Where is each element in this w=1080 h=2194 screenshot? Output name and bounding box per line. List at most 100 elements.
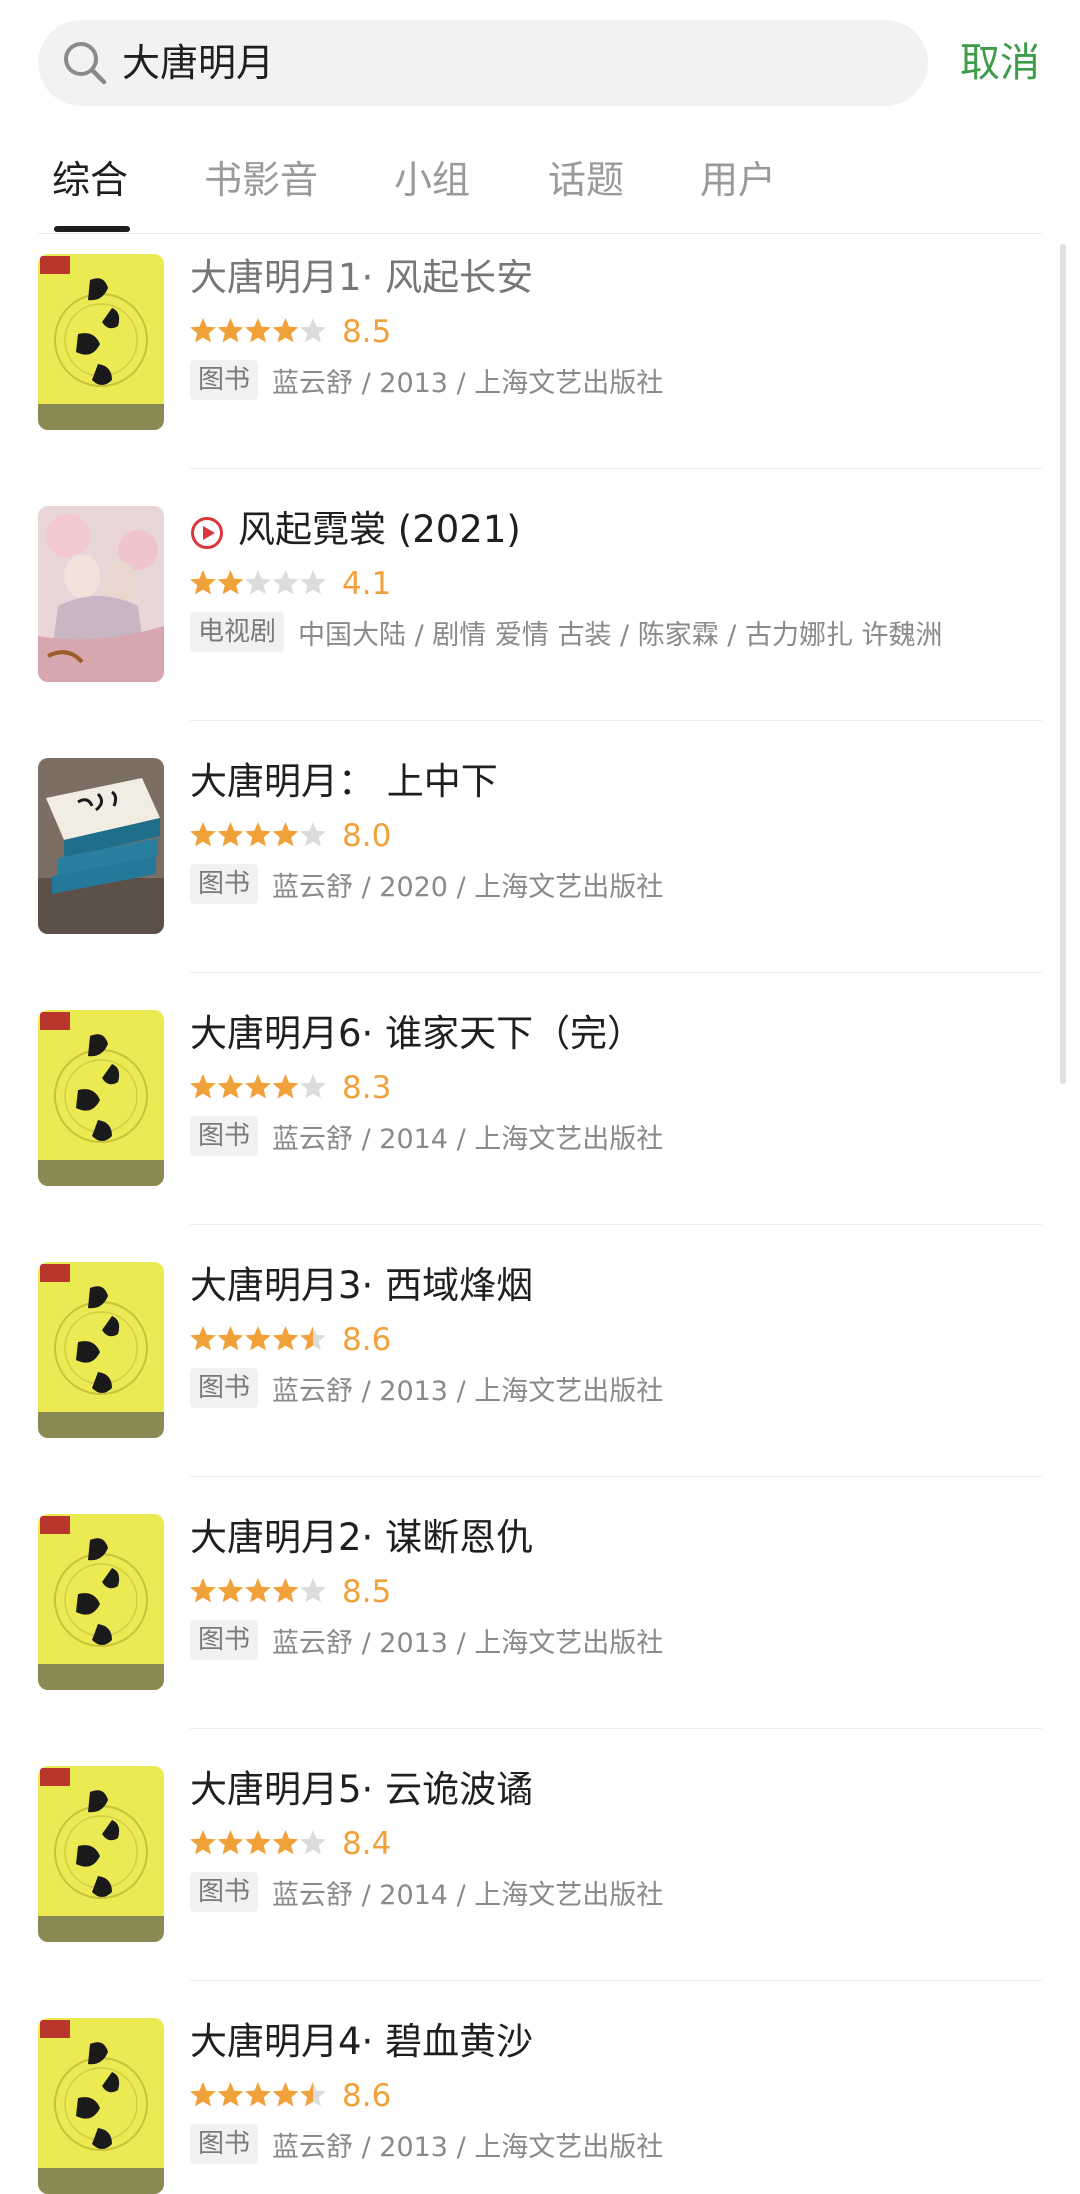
result-meta: 图书 蓝云舒 / 2020 / 上海文艺出版社	[190, 864, 663, 908]
row-divider	[190, 1476, 1042, 1477]
result-details: 蓝云舒 / 2020 / 上海文艺出版社	[272, 871, 664, 903]
result-details: 蓝云舒 / 2013 / 上海文艺出版社	[272, 2131, 664, 2163]
star-icon	[245, 318, 271, 343]
book-cover-image[interactable]	[38, 2018, 164, 2194]
star-rating-icon	[190, 1578, 326, 1603]
rating-score: 8.6	[342, 1322, 392, 1358]
result-title[interactable]: 大唐明月5· 云诡波谲	[190, 1762, 533, 1818]
search-input[interactable]: 大唐明月	[122, 20, 274, 106]
category-badge: 图书	[190, 1116, 259, 1156]
category-badge: 图书	[190, 1620, 259, 1660]
star-icon	[272, 570, 299, 595]
star-icon	[190, 1326, 216, 1351]
result-title[interactable]: 大唐明月3· 西域烽烟	[190, 1258, 533, 1314]
row-divider	[190, 468, 1042, 469]
star-icon	[300, 2082, 326, 2107]
star-rating-icon	[190, 1074, 326, 1099]
star-rating-icon	[190, 2082, 326, 2107]
category-badge: 图书	[190, 360, 259, 400]
row-divider	[190, 1224, 1042, 1225]
search-result-item[interactable]: 大唐明月1· 风起长安 8.5 图书 蓝云舒 / 2013 / 上海文艺出版社	[0, 236, 1080, 488]
star-icon	[190, 1830, 216, 1855]
cancel-button[interactable]: 取消	[960, 20, 1040, 106]
search-result-item[interactable]: 大唐明月： 上中下 8.0 图书 蓝云舒 / 2020 / 上海文艺出版社	[0, 740, 1080, 992]
star-rating-icon	[190, 1830, 326, 1855]
row-divider	[190, 720, 1042, 721]
search-result-item[interactable]: 大唐明月4· 碧血黄沙 8.6 图书 蓝云舒 / 2013 / 上海文艺出版社	[0, 2000, 1080, 2194]
rating-score: 8.5	[342, 314, 392, 350]
star-icon	[272, 1074, 299, 1099]
rating-score: 8.0	[342, 818, 392, 854]
star-icon	[217, 2082, 244, 2107]
book-cover-image[interactable]	[38, 254, 164, 430]
tabs-divider	[38, 233, 1042, 234]
search-result-item[interactable]: 大唐明月2· 谋断恩仇 8.5 图书 蓝云舒 / 2013 / 上海文艺出版社	[0, 1496, 1080, 1748]
tab-books-movies-music[interactable]: 书影音	[204, 150, 318, 210]
star-icon	[217, 1830, 244, 1855]
row-divider	[190, 972, 1042, 973]
result-details: 蓝云舒 / 2014 / 上海文艺出版社	[272, 1879, 664, 1911]
boxed-set-cover-image[interactable]	[38, 758, 164, 934]
result-meta: 电视剧 中国大陆 / 剧情 爱情 古装 / 陈家霖 / 古力娜扎 许魏洲	[190, 612, 943, 656]
star-rating-icon	[190, 570, 326, 595]
search-field[interactable]: 大唐明月	[38, 20, 928, 106]
category-badge: 电视剧	[190, 612, 285, 652]
search-result-item[interactable]: 风起霓裳 (2021) 4.1 电视剧 中国大陆 / 剧情 爱情 古装 / 陈家霖 /…	[0, 488, 1080, 740]
scrollbar[interactable]	[1060, 244, 1066, 1084]
star-icon	[217, 1578, 244, 1603]
result-title[interactable]: 风起霓裳 (2021)	[238, 502, 521, 558]
book-cover-image[interactable]	[38, 1514, 164, 1690]
star-icon	[300, 570, 326, 595]
star-icon	[300, 1326, 326, 1351]
star-icon	[245, 1578, 271, 1603]
result-title[interactable]: 大唐明月2· 谋断恩仇	[190, 1510, 533, 1566]
star-icon	[272, 822, 299, 847]
result-details: 蓝云舒 / 2013 / 上海文艺出版社	[272, 1375, 664, 1407]
tv-poster-image[interactable]	[38, 506, 164, 682]
star-icon	[217, 318, 244, 343]
result-meta: 图书 蓝云舒 / 2013 / 上海文艺出版社	[190, 360, 663, 404]
search-icon	[64, 42, 107, 85]
tab-groups[interactable]: 小组	[394, 150, 470, 210]
result-meta: 图书 蓝云舒 / 2013 / 上海文艺出版社	[190, 2124, 663, 2168]
rating-score: 4.1	[342, 566, 392, 602]
star-icon	[245, 822, 271, 847]
search-result-item[interactable]: 大唐明月3· 西域烽烟 8.6 图书 蓝云舒 / 2013 / 上海文艺出版社	[0, 1244, 1080, 1496]
star-icon	[245, 1074, 271, 1099]
book-cover-image[interactable]	[38, 1010, 164, 1186]
rating-score: 8.5	[342, 1574, 392, 1610]
star-icon	[190, 1074, 216, 1099]
book-cover-image[interactable]	[38, 1262, 164, 1438]
category-badge: 图书	[190, 2124, 259, 2164]
star-icon	[190, 2082, 216, 2107]
tab-users[interactable]: 用户	[700, 150, 776, 210]
result-details: 蓝云舒 / 2014 / 上海文艺出版社	[272, 1123, 664, 1155]
star-icon	[272, 1326, 299, 1351]
tab-all[interactable]: 综合	[52, 150, 128, 210]
star-icon	[300, 1578, 326, 1603]
category-badge: 图书	[190, 1368, 259, 1408]
result-title[interactable]: 大唐明月6· 谁家天下（完）	[190, 1006, 644, 1062]
row-divider	[190, 1728, 1042, 1729]
star-icon	[272, 1578, 299, 1603]
result-title[interactable]: 大唐明月1· 风起长安	[190, 250, 533, 306]
star-icon	[300, 822, 326, 847]
star-icon	[245, 570, 271, 595]
result-details: 蓝云舒 / 2013 / 上海文艺出版社	[272, 1627, 664, 1659]
result-details: 中国大陆 / 剧情 爱情 古装 / 陈家霖 / 古力娜扎 许魏洲	[298, 619, 943, 651]
result-title[interactable]: 大唐明月4· 碧血黄沙	[190, 2014, 533, 2070]
star-rating-icon	[190, 1326, 326, 1351]
star-icon	[300, 318, 326, 343]
star-icon	[245, 1830, 271, 1855]
category-badge: 图书	[190, 864, 259, 904]
search-bar: 大唐明月 取消	[0, 0, 1080, 120]
rating-score: 8.6	[342, 2078, 392, 2114]
result-title[interactable]: 大唐明月： 上中下	[190, 754, 498, 810]
search-result-item[interactable]: 大唐明月5· 云诡波谲 8.4 图书 蓝云舒 / 2014 / 上海文艺出版社	[0, 1748, 1080, 2000]
search-result-item[interactable]: 大唐明月6· 谁家天下（完） 8.3 图书 蓝云舒 / 2014 / 上海文艺出版社	[0, 992, 1080, 1244]
result-meta: 图书 蓝云舒 / 2014 / 上海文艺出版社	[190, 1116, 663, 1160]
tab-topics[interactable]: 话题	[548, 150, 624, 210]
book-cover-image[interactable]	[38, 1766, 164, 1942]
star-icon	[217, 1326, 244, 1351]
rating-score: 8.3	[342, 1070, 392, 1106]
